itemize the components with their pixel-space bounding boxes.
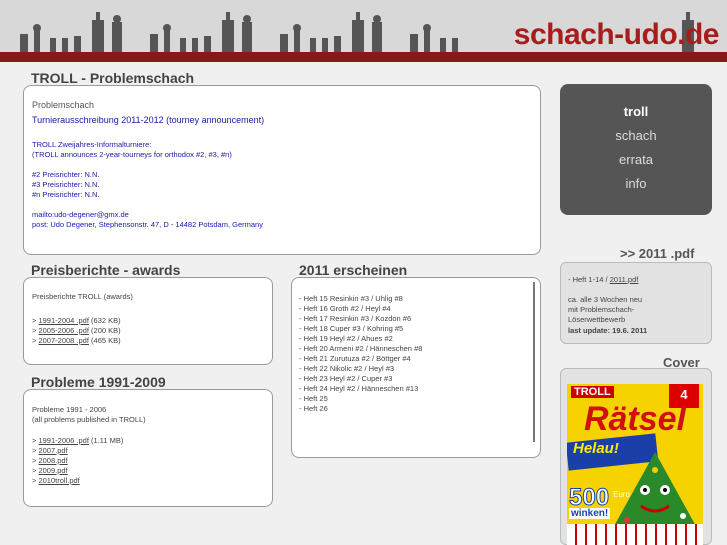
awards-section-title: Preisberichte - awards [31,262,181,278]
issue-item: - Heft 24 Heyl #2 / Hänneschen #13 [299,384,419,393]
award-file-row: > 2007-2008 .pdf (465 KB) [32,336,121,346]
issues-scrollbar[interactable] [533,282,535,442]
tourney-announcement-link[interactable]: Turnierausschreibung 2011-2012 (tourney … [32,115,264,125]
pdf-section-title: >> 2011 .pdf [620,246,695,261]
site-brand[interactable]: schach-udo.de [514,18,720,52]
contact-line: post: Udo Degener, Stephensonstr. 47, D … [32,220,263,229]
cover-magazine-title: Rätsel [583,400,687,438]
issue-item: - Heft 23 Heyl #2 / Cuper #3 [299,374,393,383]
issue-item: - Heft 19 Heyl #2 / Ahues #2 [299,334,393,343]
troll-detail-line: #n Preisrichter: N.N. [32,190,100,199]
problems-intro: Probleme 1991 - 2006 [32,405,107,414]
nav-item-troll[interactable]: troll [560,104,712,119]
issues-box: - Heft 15 Resinkin #3 / Uhlig #8- Heft 1… [291,277,541,458]
issue-item: - Heft 21 Zurutuza #2 / Böttger #4 [299,354,411,363]
award-file-link[interactable]: 2007-2008 .pdf [38,336,88,345]
troll-subtitle: Problemschach [32,100,95,110]
troll-info-box: Problemschach Turnierausschreibung 2011-… [23,85,541,255]
issue-item: - Heft 15 Resinkin #3 / Uhlig #8 [299,294,403,303]
file-size: (632 KB) [88,316,121,325]
last-update: last update: 19.6. 2011 [568,326,648,335]
awards-file-list: > 1991-2004 .pdf (632 KB) > 2005-2006 .pd… [32,316,121,346]
problems-section-title: Probleme 1991-2009 [31,374,166,390]
issue-item: - Heft 16 Groth #2 / Heyl #4 [299,304,391,313]
pdf-notes: ca. alle 3 Wochen neu mit Problemschach- L… [568,295,642,325]
pdf-note-line: ca. alle 3 Wochen neu [568,295,643,304]
awards-intro: Preisberichte TROLL (awards) [32,292,133,301]
award-file-link[interactable]: 2005-2006 .pdf [38,326,88,335]
problem-file-row: > 2010troll.pdf [32,476,123,486]
pdf-note-line: mit Problemschach- [568,305,635,314]
magazine-cover-image[interactable]: TROLL 4 Rätsel Helau! 500 Euro winken! [567,384,703,545]
pdf-2011-link[interactable]: 2011.pdf [610,275,639,284]
cover-win: winken! [569,508,611,519]
problem-file-link[interactable]: 2010troll.pdf [38,476,79,485]
problem-file-link[interactable]: 2007.pdf [38,446,67,455]
troll-detail-line: #2 Preisrichter: N.N. [32,170,100,179]
award-file-row: > 1991-2004 .pdf (632 KB) [32,316,121,326]
pdf-line-1: - Heft 1-14 / 2011.pdf [568,275,638,285]
problem-file-link[interactable]: 2008.pdf [38,456,67,465]
problem-file-row: > 2008.pdf [32,456,123,466]
nav-item-schach[interactable]: schach [560,128,712,143]
problem-file-row: > 2007.pdf [32,446,123,456]
problem-file-row: > 1991-2006 .pdf (1.11 MB) [32,436,123,446]
award-file-row: > 2005-2006 .pdf (200 KB) [32,326,121,336]
troll-details: TROLL Zweijahres-Informalturniere: (TROLL… [32,140,263,230]
troll-detail-line: (TROLL announces 2-year-tourneys for ort… [32,150,232,159]
problem-file-link[interactable]: 1991-2006 .pdf [38,436,88,445]
file-size: (465 KB) [88,336,121,345]
issues-section-title: 2011 erscheinen [299,262,408,278]
main-nav: troll schach errata info [560,84,712,215]
cover-grid [567,524,703,545]
contact-line[interactable]: mailto:udo-degener@gmx.de [32,210,263,220]
issue-item: - Heft 26 [299,404,328,413]
troll-detail-line: TROLL Zweijahres-Informalturniere: [32,140,152,149]
cover-logo: TROLL [571,386,614,398]
file-size: (200 KB) [88,326,121,335]
award-file-link[interactable]: 1991-2004 .pdf [38,316,88,325]
file-size: (1.11 MB) [88,436,124,445]
issue-item: - Heft 18 Cuper #3 / Kohring #5 [299,324,404,333]
awards-box: Preisberichte TROLL (awards) > 1991-2004… [23,277,273,365]
nav-item-info[interactable]: info [560,176,712,191]
cover-prize-unit: Euro [613,490,630,499]
issue-item: - Heft 20 Armeni #2 / Hänneschen #8 [299,344,423,353]
problem-file-link[interactable]: 2009.pdf [38,466,67,475]
problems-file-list: > 1991-2006 .pdf (1.11 MB) > 2007.pdf > 20… [32,436,123,486]
issue-item: - Heft 25 [299,394,328,403]
issue-item: - Heft 17 Resinkin #3 / Kozdon #6 [299,314,412,323]
banner-stripe [0,52,727,62]
troll-detail-line [32,160,263,170]
pdf-note-line: Löserwettbewerb [568,315,626,324]
issue-item: - Heft 22 Nikolic #2 / Heyl #3 [299,364,395,373]
site-banner: schach-udo.de [0,0,727,62]
issue-list: - Heft 15 Resinkin #3 / Uhlig #8- Heft 1… [299,294,422,414]
nav-item-errata[interactable]: errata [560,152,712,167]
troll-detail-line [32,200,263,210]
pdf-line-prefix: - Heft 1-14 / [568,275,610,284]
problems-box: Probleme 1991 - 2006 (all problems publi… [23,389,273,507]
problem-file-row: > 2009.pdf [32,466,123,476]
troll-section-title: TROLL - Problemschach [31,70,195,86]
problems-intro-note: (all problems published in TROLL) [32,415,146,424]
troll-detail-line: #3 Preisrichter: N.N. [32,180,100,189]
pdf-box: - Heft 1-14 / 2011.pdf ca. alle 3 Wochen… [560,262,712,344]
